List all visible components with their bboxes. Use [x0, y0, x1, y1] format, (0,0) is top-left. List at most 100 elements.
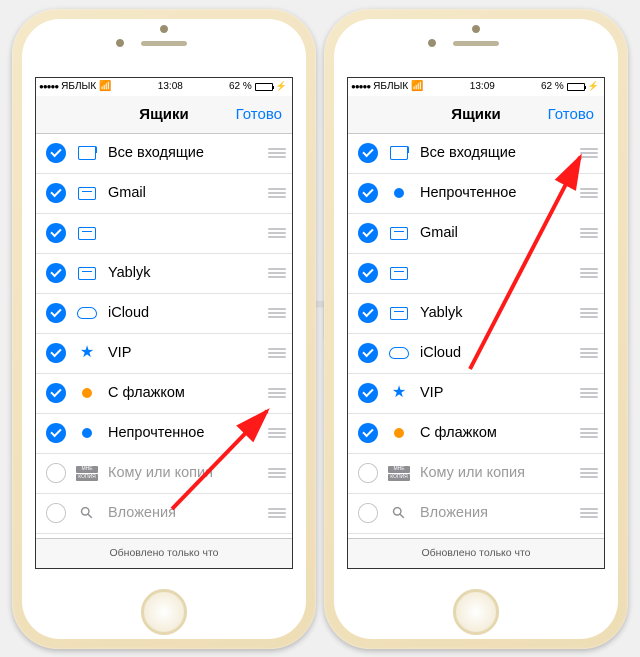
status-bar: ●●●●●ЯБЛЫК📶 13:09 62 %⚡ [348, 78, 604, 96]
done-button[interactable]: Готово [548, 106, 594, 123]
reorder-handle[interactable] [268, 308, 286, 318]
checkbox[interactable] [358, 503, 378, 523]
mailbox-label: Yablyk [108, 265, 258, 281]
to-cc-badge-icon: МНЕКОПИЯ [76, 466, 98, 481]
battery-icon [567, 83, 585, 91]
mailbox-label: VIP [420, 385, 570, 401]
mailbox-row[interactable]: ⚲Вложения [36, 494, 292, 534]
mailbox-row[interactable]: ⚲Вложения [348, 494, 604, 534]
mailbox-row[interactable]: Все входящие [348, 134, 604, 174]
done-button[interactable]: Готово [236, 106, 282, 123]
mailbox-row[interactable]: Yablyk [36, 254, 292, 294]
charging-icon: ⚡ [276, 81, 287, 92]
mailbox-label: Кому или копия [108, 465, 258, 481]
mailbox-row[interactable]: С флажком [348, 414, 604, 454]
mailbox-row[interactable]: Gmail [36, 174, 292, 214]
reorder-handle[interactable] [268, 268, 286, 278]
tray-icon [78, 187, 96, 200]
reorder-handle[interactable] [580, 308, 598, 318]
status-bar: ●●●●●ЯБЛЫК📶 13:08 62 %⚡ [36, 78, 292, 96]
mailbox-row[interactable]: iCloud [348, 334, 604, 374]
mailbox-label: С флажком [420, 425, 570, 441]
checkbox[interactable] [358, 263, 378, 283]
reorder-handle[interactable] [268, 468, 286, 478]
navbar: Ящики Готово [348, 96, 604, 134]
reorder-handle[interactable] [580, 388, 598, 398]
checkbox[interactable] [46, 303, 66, 323]
checkbox[interactable] [46, 463, 66, 483]
star-icon: ★ [80, 345, 94, 361]
checkbox[interactable] [358, 183, 378, 203]
flag-icon [394, 428, 404, 438]
mailbox-row[interactable]: МНЕКОПИЯКому или копия [348, 454, 604, 494]
checkbox[interactable] [358, 343, 378, 363]
mailbox-label: Все входящие [420, 145, 570, 161]
checkbox[interactable] [358, 143, 378, 163]
charging-icon: ⚡ [588, 81, 599, 92]
tray-icon [78, 227, 96, 240]
wifi-icon: 📶 [411, 81, 423, 92]
footer-status: Обновлено только что [36, 538, 292, 568]
checkbox[interactable] [46, 343, 66, 363]
page-title: Ящики [139, 106, 188, 123]
cloud-icon [389, 347, 409, 359]
star-icon: ★ [392, 385, 406, 401]
reorder-handle[interactable] [580, 188, 598, 198]
mailbox-row[interactable]: Непрочтенное [36, 414, 292, 454]
home-button[interactable] [453, 589, 499, 635]
tray-icon [390, 267, 408, 280]
mailbox-row[interactable]: МНЕКОПИЯ Кому или копия [36, 454, 292, 494]
checkbox[interactable] [46, 503, 66, 523]
checkbox[interactable] [358, 223, 378, 243]
mailbox-row[interactable]: iCloud [36, 294, 292, 334]
reorder-handle[interactable] [268, 148, 286, 158]
reorder-handle[interactable] [580, 428, 598, 438]
reorder-handle[interactable] [580, 148, 598, 158]
page-title: Ящики [451, 106, 500, 123]
mailbox-row[interactable]: С флажком [36, 374, 292, 414]
footer-status: Обновлено только что [348, 538, 604, 568]
reorder-handle[interactable] [268, 228, 286, 238]
reorder-handle[interactable] [268, 348, 286, 358]
mailbox-row[interactable]: Yablyk [348, 294, 604, 334]
attachment-icon: ⚲ [388, 502, 410, 524]
checkbox[interactable] [46, 423, 66, 443]
mailbox-list[interactable]: Все входящие НепрочтенноеGmail Yablyk iClou… [348, 134, 604, 538]
checkbox[interactable] [46, 223, 66, 243]
mailbox-row[interactable]: ★ VIP [36, 334, 292, 374]
reorder-handle[interactable] [580, 508, 598, 518]
checkbox[interactable] [358, 303, 378, 323]
mailbox-row[interactable] [36, 214, 292, 254]
mailbox-row[interactable]: Gmail [348, 214, 604, 254]
reorder-handle[interactable] [268, 508, 286, 518]
checkbox[interactable] [46, 183, 66, 203]
battery-icon [255, 83, 273, 91]
reorder-handle[interactable] [268, 388, 286, 398]
checkbox[interactable] [358, 383, 378, 403]
mailbox-list[interactable]: Все входящиеGmail Yablyk iCloud ★ VIP С флажк… [36, 134, 292, 538]
mailbox-label: С флажком [108, 385, 258, 401]
mailbox-row[interactable]: Непрочтенное [348, 174, 604, 214]
reorder-handle[interactable] [268, 428, 286, 438]
mailbox-label: VIP [108, 345, 258, 361]
reorder-handle[interactable] [580, 268, 598, 278]
checkbox[interactable] [46, 263, 66, 283]
reorder-handle[interactable] [580, 348, 598, 358]
navbar: Ящики Готово [36, 96, 292, 134]
reorder-handle[interactable] [580, 228, 598, 238]
mailbox-row[interactable] [348, 254, 604, 294]
wifi-icon: 📶 [99, 81, 111, 92]
mailbox-label: Yablyk [420, 305, 570, 321]
unread-dot-icon [82, 428, 92, 438]
checkbox[interactable] [46, 143, 66, 163]
reorder-handle[interactable] [580, 468, 598, 478]
checkbox[interactable] [358, 463, 378, 483]
checkbox[interactable] [46, 383, 66, 403]
mailbox-label: Вложения [108, 505, 258, 521]
reorder-handle[interactable] [268, 188, 286, 198]
mailbox-row[interactable]: Все входящие [36, 134, 292, 174]
home-button[interactable] [141, 589, 187, 635]
cloud-icon [77, 307, 97, 319]
checkbox[interactable] [358, 423, 378, 443]
mailbox-row[interactable]: ★ VIP [348, 374, 604, 414]
